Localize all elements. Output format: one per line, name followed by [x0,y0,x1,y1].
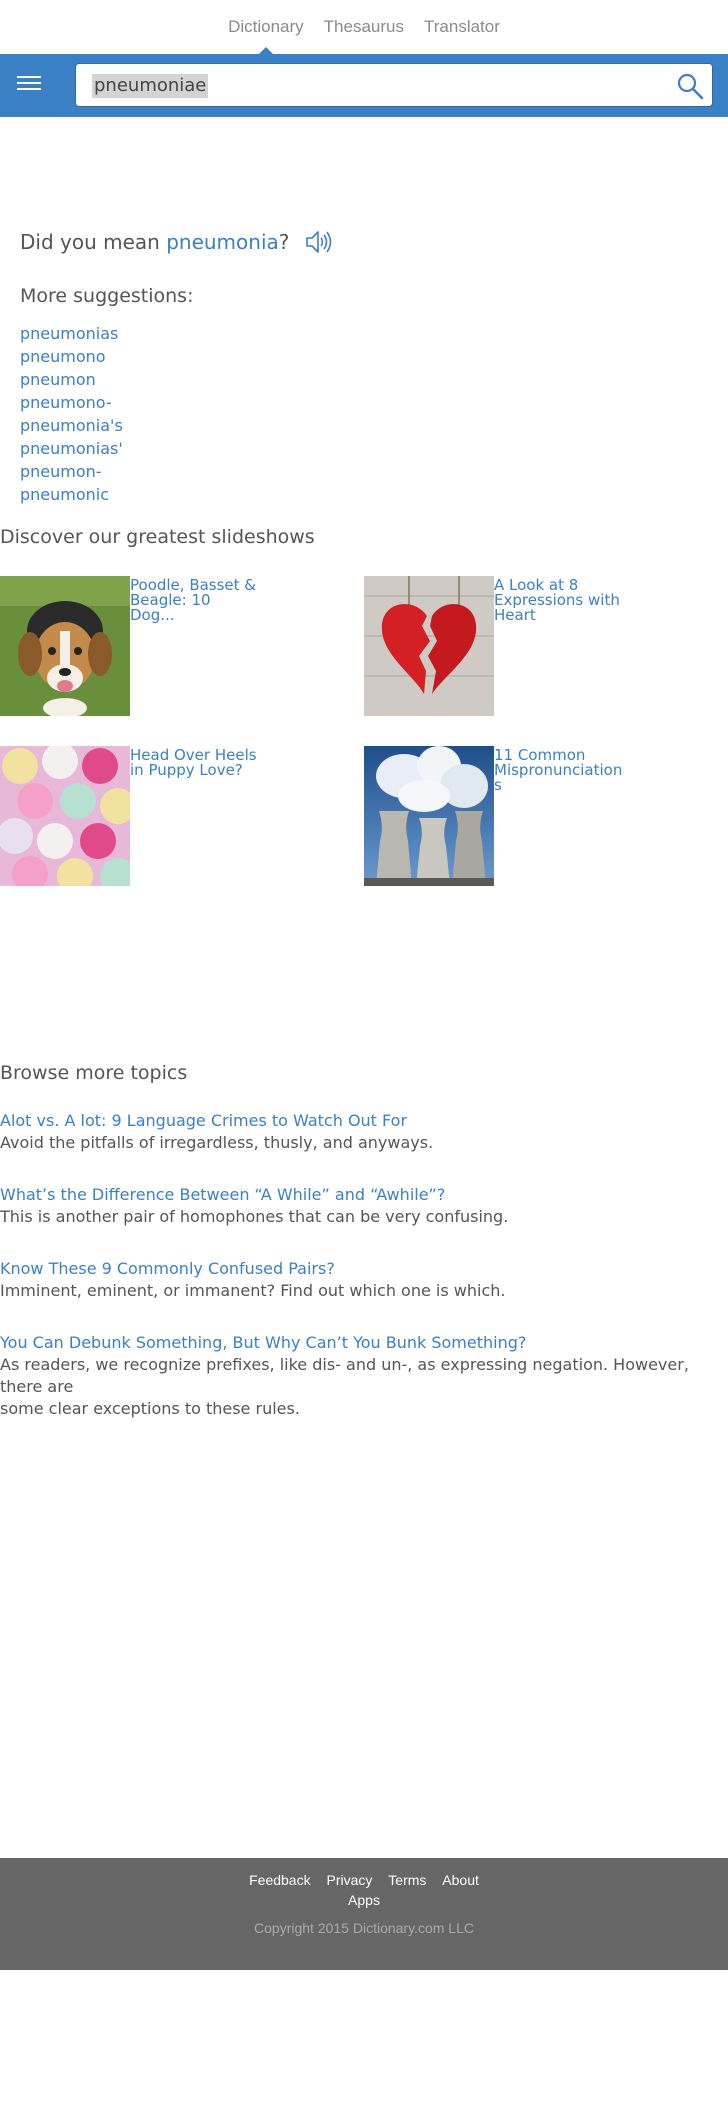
footer-copyright: Copyright 2015 Dictionary.com LLC [254,1920,474,1936]
slideshow-card: 11 Common Mispronunciation s [364,746,624,886]
tab-thesaurus[interactable]: Thesaurus [314,0,414,54]
suggestion-link[interactable]: pneumon [20,368,123,391]
speaker-icon[interactable] [303,227,333,257]
suggestion-link[interactable]: pneumono- [20,391,123,414]
footer-link-terms[interactable]: Terms [388,1872,426,1888]
caption-line: Heart [494,606,536,624]
slideshow-caption[interactable]: Head Over Heels in Puppy Love? [130,748,260,778]
topic-item: Know These 9 Commonly Confused Pairs? Im… [0,1258,728,1302]
tab-translator[interactable]: Translator [414,0,510,54]
search-bar: pneumoniae [0,54,728,117]
did-you-mean-suffix: ? [278,230,290,254]
caption-line: Mispronunciation [494,761,623,779]
slideshow-caption[interactable]: A Look at 8 Expressions with Heart [494,578,624,623]
tab-dictionary[interactable]: Dictionary [218,0,314,54]
topic-title-link[interactable]: Know These 9 Commonly Confused Pairs? [0,1258,728,1280]
top-tabs: Dictionary Thesaurus Translator [0,0,728,54]
footer: Feedback Privacy Terms About Apps Copyri… [0,1858,728,1970]
caption-line: in Puppy Love? [130,761,243,779]
suggestion-link[interactable]: pneumono [20,345,123,368]
cooling-towers-thumbnail[interactable] [364,746,494,886]
topic-title-link[interactable]: You Can Debunk Something, But Why Can’t … [0,1332,728,1354]
slideshow-caption[interactable]: Poodle, Basset & Beagle: 10 Dog... [130,578,260,623]
did-you-mean: Did you mean pneumonia? [20,230,289,254]
menu-icon[interactable] [17,76,41,94]
search-icon[interactable] [676,72,704,100]
topic-item: Alot vs. A lot: 9 Language Crimes to Wat… [0,1110,728,1154]
suggestion-link[interactable]: pneumonic [20,483,123,506]
topic-description: Avoid the pitfalls of irregardless, thus… [0,1133,434,1152]
more-suggestions-title: More suggestions: [20,285,194,307]
footer-link-about[interactable]: About [442,1872,479,1888]
caption-line: s [494,776,502,794]
suggestion-link[interactable]: pneumonia's [20,414,123,437]
slideshows-title: Discover our greatest slideshows [0,526,315,548]
slideshow-card: Head Over Heels in Puppy Love? [0,746,260,886]
caption-line: Dog... [130,606,175,624]
topic-description: some clear exceptions to these rules. [0,1399,300,1418]
footer-link-privacy[interactable]: Privacy [326,1872,372,1888]
suggested-word-link[interactable]: pneumonia [166,230,279,254]
candy-hearts-thumbnail[interactable] [0,746,130,886]
suggestion-link[interactable]: pneumonias' [20,437,123,460]
footer-link-apps[interactable]: Apps [0,1890,728,1910]
slideshow-card: A Look at 8 Expressions with Heart [364,576,624,716]
did-you-mean-prefix: Did you mean [20,230,167,254]
topic-description: Imminent, eminent, or immanent? Find out… [0,1281,506,1300]
topic-title-link[interactable]: What’s the Difference Between “A While” … [0,1184,728,1206]
topic-item: You Can Debunk Something, But Why Can’t … [0,1332,728,1420]
browse-title: Browse more topics [0,1062,188,1084]
topic-item: What’s the Difference Between “A While” … [0,1184,728,1228]
slideshow-caption[interactable]: 11 Common Mispronunciation s [494,748,624,793]
topic-title-link[interactable]: Alot vs. A lot: 9 Language Crimes to Wat… [0,1110,728,1132]
search-box[interactable]: pneumoniae [75,63,713,107]
topic-description: As readers, we recognize prefixes, like … [0,1355,689,1396]
suggestion-link[interactable]: pneumonias [20,322,123,345]
suggestions-list: pneumonias pneumono pneumon pneumono- pn… [20,322,123,506]
broken-heart-thumbnail[interactable] [364,576,494,716]
suggestion-link[interactable]: pneumon- [20,460,123,483]
footer-link-feedback[interactable]: Feedback [249,1872,310,1888]
dog-thumbnail[interactable] [0,576,130,716]
search-input[interactable]: pneumoniae [92,74,209,98]
footer-links: Feedback Privacy Terms About [0,1870,728,1890]
slideshow-card: Poodle, Basset & Beagle: 10 Dog... [0,576,260,716]
topic-description: This is another pair of homophones that … [0,1207,509,1226]
